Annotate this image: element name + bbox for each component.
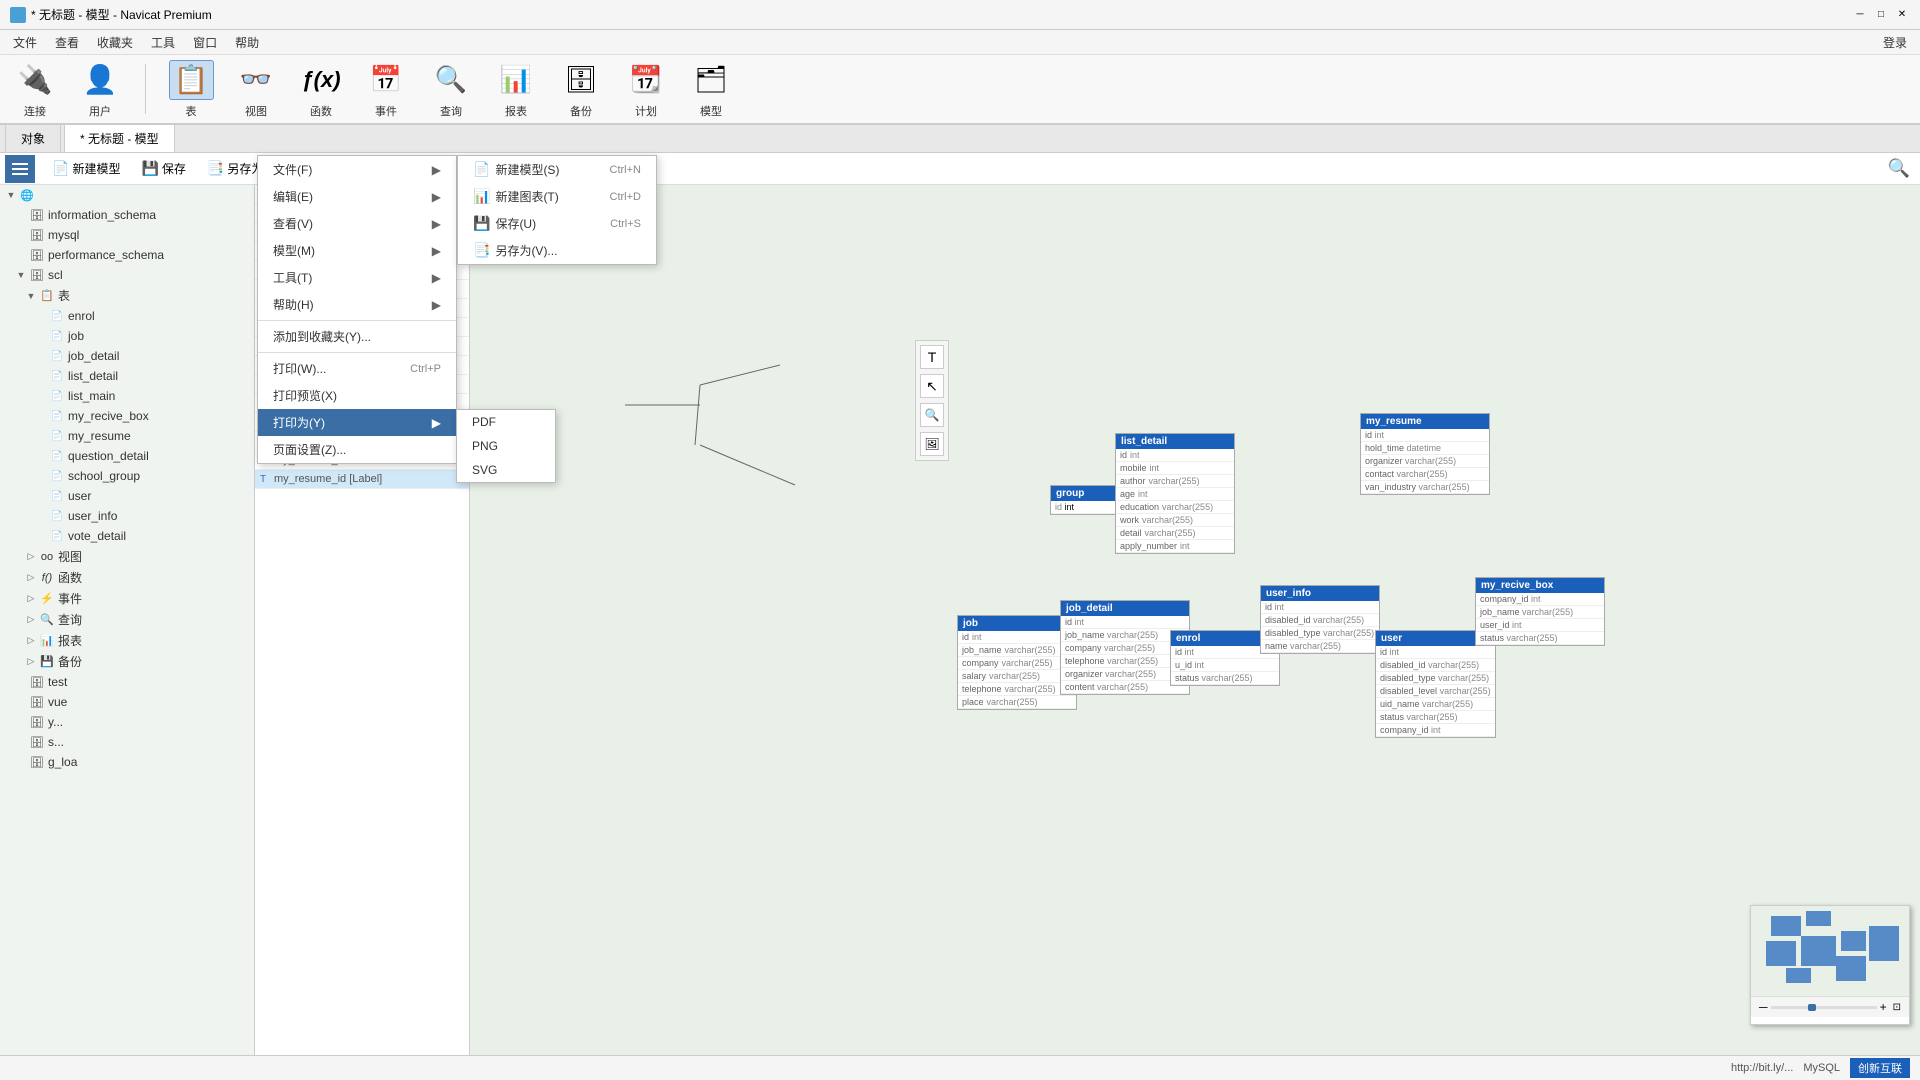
menu-print-item[interactable]: 打印(W)... Ctrl+P (258, 355, 456, 382)
printto-pdf[interactable]: PDF (457, 410, 555, 434)
menu-tools-item[interactable]: 工具(T) ▶ (258, 264, 456, 291)
menu-printpreview-item[interactable]: 打印预览(X) (258, 382, 456, 409)
menu-printto-item[interactable]: 打印为(Y) ▶ PDF PNG SVG (258, 409, 456, 436)
printto-svg[interactable]: SVG (457, 458, 555, 482)
menu-helpm-arrow: ▶ (432, 298, 441, 312)
menu-model-label: 模型(M) (273, 242, 315, 259)
menu-model-item[interactable]: 模型(M) ▶ (258, 237, 456, 264)
file-newtable-shortcut: Ctrl+D (610, 191, 641, 203)
menu-viewm-arrow: ▶ (432, 217, 441, 231)
file-newmodel[interactable]: 📄 新建模型(S) Ctrl+N (458, 156, 656, 183)
file-newmodel-label: 新建模型(S) (495, 161, 559, 178)
printto-png[interactable]: PNG (457, 434, 555, 458)
file-save-shortcut: Ctrl+S (610, 218, 641, 230)
menu-pagesetup-label: 页面设置(Z)... (273, 443, 346, 457)
file-newtable-label: 新建图表(T) (495, 188, 558, 205)
menu-edit-arrow: ▶ (432, 190, 441, 204)
file-saveas-label: 另存为(V)... (495, 242, 557, 259)
menu-printto-arrow: ▶ (432, 416, 441, 430)
menu-printpreview-label: 打印预览(X) (273, 389, 337, 403)
file-submenu: 📄 新建模型(S) Ctrl+N 📊 新建图表(T) Ctrl+D 💾 保存(U… (457, 155, 657, 265)
file-newtable[interactable]: 📊 新建图表(T) Ctrl+D (458, 183, 656, 210)
menu-sep1 (258, 320, 456, 321)
menu-edit-item[interactable]: 编辑(E) ▶ (258, 183, 456, 210)
menu-addfav-item[interactable]: 添加到收藏夹(Y)... (258, 323, 456, 350)
menu-print-label: 打印(W)... (273, 360, 326, 377)
menu-model-arrow: ▶ (432, 244, 441, 258)
menu-printto-label: 打印为(Y) (273, 414, 325, 431)
menu-edit-label: 编辑(E) (273, 188, 313, 205)
file-save-label: 保存(U) (495, 215, 536, 232)
menu-viewm-item[interactable]: 查看(V) ▶ (258, 210, 456, 237)
hamburger-dropdown: 文件(F) ▶ 编辑(E) ▶ 查看(V) ▶ 模型(M) ▶ 工具(T) ▶ … (257, 155, 457, 464)
menu-pagesetup-item[interactable]: 页面设置(Z)... (258, 436, 456, 463)
menu-addfav-label: 添加到收藏夹(Y)... (273, 330, 371, 344)
menu-file-item[interactable]: 文件(F) ▶ (258, 156, 456, 183)
file-save[interactable]: 💾 保存(U) Ctrl+S (458, 210, 656, 237)
menu-file-label: 文件(F) (273, 161, 312, 178)
menu-viewm-label: 查看(V) (273, 215, 313, 232)
menu-helpm-label: 帮助(H) (273, 296, 314, 313)
menu-print-shortcut: Ctrl+P (410, 363, 441, 375)
menu-helpm-item[interactable]: 帮助(H) ▶ (258, 291, 456, 318)
menu-file-arrow: ▶ (432, 163, 441, 177)
printto-submenu: PDF PNG SVG (456, 409, 556, 483)
menu-sep2 (258, 352, 456, 353)
menu-tools-arrow: ▶ (432, 271, 441, 285)
file-newmodel-shortcut: Ctrl+N (610, 164, 641, 176)
menu-tools-label: 工具(T) (273, 269, 312, 286)
dropdown-overlay: 文件(F) ▶ 编辑(E) ▶ 查看(V) ▶ 模型(M) ▶ 工具(T) ▶ … (0, 0, 1920, 1080)
file-saveas[interactable]: 📑 另存为(V)... (458, 237, 656, 264)
